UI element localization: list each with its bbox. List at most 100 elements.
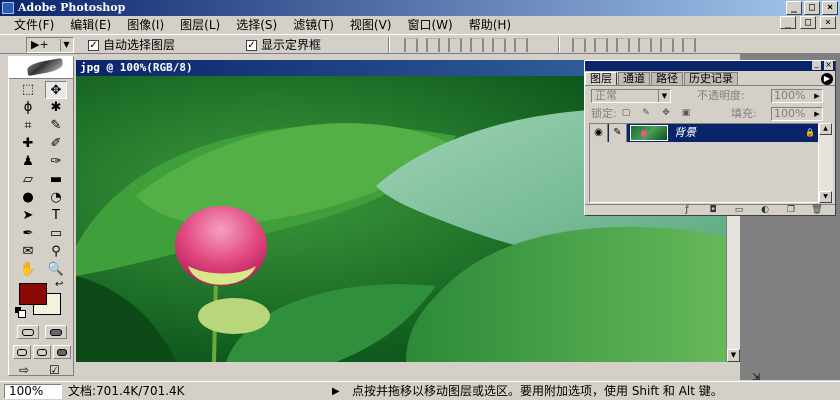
screen-mode-full-menu[interactable] [33, 345, 51, 359]
gradient-icon[interactable]: ▬ [45, 171, 67, 189]
blur-icon[interactable]: ● [17, 189, 39, 207]
fill-field[interactable]: 100% ▶ [771, 107, 823, 121]
quick-mask-icon [50, 329, 62, 336]
align-hcenter-icon[interactable] [492, 38, 506, 52]
photoshop-feather-logo[interactable] [9, 57, 73, 79]
dodge-icon[interactable]: ◔ [45, 189, 67, 207]
menu-filter[interactable]: 滤镜(T) [285, 16, 342, 34]
zoom-field[interactable]: 100% [4, 384, 62, 399]
opacity-field[interactable]: 100% ▶ [771, 89, 823, 103]
show-bounds-option[interactable]: ✓ 显示定界框 [246, 38, 321, 52]
tab-channels[interactable]: 通道 [618, 72, 650, 85]
foreground-color-swatch[interactable] [19, 283, 47, 305]
menu-file[interactable]: 文件(F) [6, 16, 62, 34]
menu-edit[interactable]: 编辑(E) [62, 16, 119, 34]
align-bottom-icon[interactable] [448, 38, 462, 52]
menu-layer[interactable]: 图层(L) [172, 16, 228, 34]
distribute-top-icon[interactable] [572, 38, 586, 52]
notes-icon[interactable]: ✉ [17, 243, 39, 261]
align-top-icon[interactable] [404, 38, 418, 52]
status-menu-arrow-icon[interactable]: ▶ [332, 384, 340, 399]
mask-icon[interactable]: ◘ [707, 205, 719, 215]
palette-menu-icon[interactable]: ▶ [821, 73, 833, 85]
align-vcenter-icon[interactable] [426, 38, 440, 52]
minimize-button[interactable]: _ [786, 1, 802, 15]
layer-row-background[interactable]: ◉ ✎ 背景 🔒 [590, 124, 818, 142]
eye-icon[interactable]: ◉ [590, 124, 608, 142]
layer-name[interactable]: 背景 [674, 124, 696, 142]
palette-close-button[interactable]: × [824, 61, 833, 70]
auto-select-layer-option[interactable]: ✓ 自动选择图层 [88, 38, 175, 52]
scroll-down-arrow[interactable]: ▼ [819, 191, 832, 203]
lock-all-icon[interactable]: ▣ [681, 108, 691, 118]
auto-select-checkbox[interactable]: ✓ [88, 39, 99, 51]
lock-transparency-icon[interactable]: ▢ [621, 108, 631, 118]
pen-icon[interactable]: ✒ [17, 225, 39, 243]
layer-style-icon[interactable]: ƒ [681, 205, 693, 215]
path-select-icon[interactable]: ➤ [17, 207, 39, 225]
align-left-icon[interactable] [470, 38, 484, 52]
lock-position-icon[interactable]: ✥ [661, 108, 671, 118]
tab-paths[interactable]: 路径 [651, 72, 683, 85]
move-icon[interactable]: ✥ [45, 81, 67, 99]
palette-minimize-button[interactable]: _ [812, 60, 821, 70]
swap-colors-icon[interactable]: ↩ [55, 279, 63, 290]
crop-icon[interactable]: ⌗ [17, 117, 39, 135]
jump-to-imageready-icon[interactable]: ⇨ [19, 363, 29, 377]
tool-preset-picker[interactable]: ▶+ ▼ [26, 37, 74, 53]
adjustment-icon[interactable]: ◐ [759, 205, 771, 215]
palette-title-bar[interactable]: _ × [585, 60, 835, 71]
doc-minimize-button[interactable]: _ [780, 16, 796, 29]
distribute-right-icon[interactable] [682, 38, 696, 52]
default-colors-icon[interactable] [15, 307, 26, 318]
opacity-label: 不透明度: [697, 89, 745, 102]
eraser-icon[interactable]: ▱ [17, 171, 39, 189]
menu-image[interactable]: 图像(I) [119, 16, 172, 34]
lock-pixels-icon[interactable]: ✎ [641, 108, 651, 118]
quick-mask-button[interactable] [45, 325, 67, 339]
menu-view[interactable]: 视图(V) [342, 16, 400, 34]
healing-brush-icon[interactable]: ✚ [17, 135, 39, 153]
blend-mode-select[interactable]: 正常 ▼ [591, 89, 671, 103]
history-brush-icon[interactable]: ✑ [45, 153, 67, 171]
distribute-hcenter-icon[interactable] [660, 38, 674, 52]
clone-stamp-icon[interactable]: ♟ [17, 153, 39, 171]
menu-help[interactable]: 帮助(H) [461, 16, 519, 34]
screen-mode-standard[interactable] [13, 345, 31, 359]
brush-icon[interactable]: ✎ [609, 124, 627, 142]
marquee-icon[interactable]: ⬚ [17, 81, 39, 99]
new-set-icon[interactable]: ▭ [733, 205, 745, 215]
trash-icon[interactable]: 🗑 [811, 205, 823, 215]
layer-list: ◉ ✎ 背景 🔒 [589, 123, 819, 203]
new-layer-icon[interactable]: ❐ [785, 205, 797, 215]
align-right-icon[interactable] [514, 38, 528, 52]
lasso-icon[interactable]: ϕ [17, 99, 39, 117]
distribute-vcenter-icon[interactable] [594, 38, 608, 52]
distribute-left-icon[interactable] [638, 38, 652, 52]
zoom-icon[interactable]: 🔍 [45, 261, 67, 279]
type-icon[interactable]: T [45, 207, 67, 225]
show-bounds-checkbox[interactable]: ✓ [246, 39, 257, 51]
doc-restore-button[interactable]: □ [800, 16, 816, 29]
scroll-up-arrow[interactable]: ▲ [819, 123, 832, 135]
tab-layers[interactable]: 图层 [585, 72, 617, 85]
layer-list-scrollbar[interactable]: ▲ ▼ [819, 123, 833, 203]
slice-icon[interactable]: ✎ [45, 117, 67, 135]
edit-in-imageready-icon[interactable]: ☑ [49, 363, 60, 377]
tab-history[interactable]: 历史记录 [684, 72, 738, 85]
eyedropper-icon[interactable]: ⚲ [45, 243, 67, 261]
toolbox: ⬚ ✥ ϕ ✱ ⌗ ✎ ✚ ✐ ♟ ✑ ▱ ▬ ● ◔ ➤ T ✒ ▭ ✉ ⚲ ✋ 🔍 ↩ ⇨ ☑ [8, 56, 74, 377]
close-button[interactable]: × [822, 1, 838, 15]
menu-select[interactable]: 选择(S) [228, 16, 285, 34]
shape-icon[interactable]: ▭ [45, 225, 67, 243]
brush-icon[interactable]: ✐ [45, 135, 67, 153]
scroll-down-arrow[interactable]: ▼ [727, 349, 740, 362]
standard-mode-button[interactable] [17, 325, 39, 339]
hand-icon[interactable]: ✋ [17, 261, 39, 279]
distribute-bottom-icon[interactable] [616, 38, 630, 52]
magic-wand-icon[interactable]: ✱ [45, 99, 67, 117]
screen-mode-full[interactable] [53, 345, 71, 359]
maximize-button[interactable]: □ [804, 1, 820, 15]
menu-window[interactable]: 窗口(W) [399, 16, 460, 34]
doc-close-button[interactable]: × [820, 16, 836, 29]
